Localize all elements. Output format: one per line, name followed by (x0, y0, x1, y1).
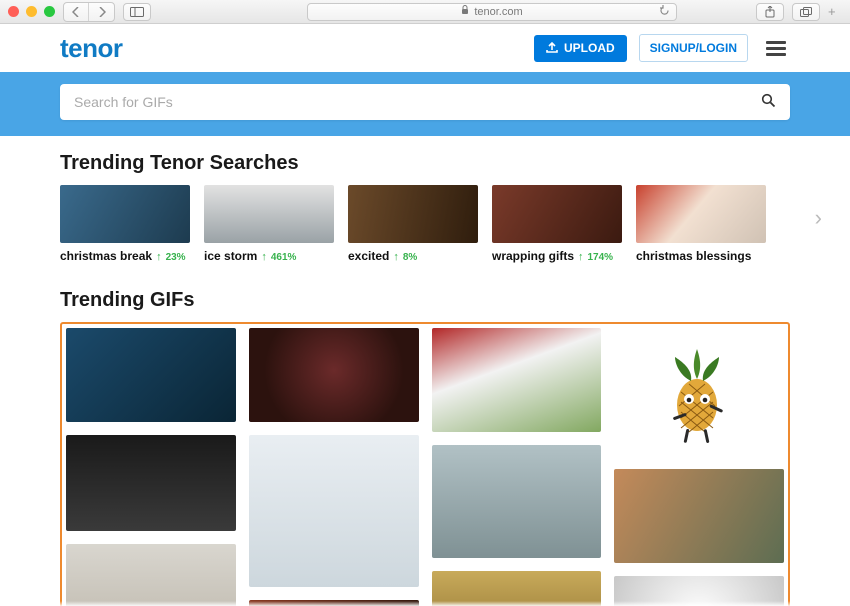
gif-tile[interactable] (249, 328, 419, 422)
trending-next-button[interactable]: › (815, 205, 822, 231)
trending-search-pct: 23% (166, 252, 186, 263)
address-bar[interactable]: tenor.com (307, 3, 677, 21)
upload-icon (546, 41, 558, 56)
trending-search-card[interactable]: christmas blessings (636, 185, 766, 263)
page: tenor UPLOAD SIGNUP/LOGIN Trending Tenor… (0, 24, 850, 606)
trending-searches-heading: Trending Tenor Searches (60, 152, 790, 175)
lock-icon (461, 5, 469, 18)
trend-up-icon: ↑ (393, 251, 399, 263)
trending-search-label: excited ↑ 8% (348, 249, 478, 263)
sidebar-button[interactable] (123, 3, 151, 21)
gif-column (249, 328, 419, 606)
search-icon[interactable] (761, 93, 776, 111)
close-window-button[interactable] (8, 6, 19, 17)
pineapple-gif (614, 328, 784, 456)
forward-button[interactable] (89, 3, 114, 21)
share-button[interactable] (756, 3, 784, 21)
trending-search-card[interactable]: ice storm ↑ 461% (204, 185, 334, 263)
trending-searches-row: christmas break ↑ 23% ice storm ↑ 461% excited… (60, 185, 790, 263)
new-tab-button[interactable]: + (828, 4, 842, 19)
window-controls (8, 6, 55, 17)
trending-search-name: wrapping gifts (492, 249, 574, 263)
trending-search-name: ice storm (204, 249, 257, 263)
minimize-window-button[interactable] (26, 6, 37, 17)
refresh-icon[interactable] (659, 5, 670, 19)
search-input[interactable] (74, 94, 761, 110)
gif-tile[interactable] (66, 544, 236, 606)
maximize-window-button[interactable] (44, 6, 55, 17)
tabs-button[interactable] (792, 3, 820, 21)
navbar: tenor UPLOAD SIGNUP/LOGIN (0, 24, 850, 72)
gif-tile[interactable] (614, 328, 784, 456)
gif-tile[interactable] (432, 571, 602, 606)
gif-tile[interactable] (432, 328, 602, 432)
gif-tile[interactable] (614, 469, 784, 563)
trend-up-icon: ↑ (261, 251, 267, 263)
signup-login-button[interactable]: SIGNUP/LOGIN (639, 34, 748, 62)
trending-search-thumb (204, 185, 334, 243)
trending-gifs-grid (60, 322, 790, 606)
search-banner (0, 72, 850, 136)
trending-search-thumb (60, 185, 190, 243)
trending-search-label: wrapping gifts ↑ 174% (492, 249, 622, 263)
trend-up-icon: ↑ (578, 251, 584, 263)
trending-search-thumb (348, 185, 478, 243)
search-bar (60, 84, 790, 120)
browser-chrome: tenor.com + (0, 0, 850, 24)
trending-search-pct: 174% (588, 252, 614, 263)
trending-search-card[interactable]: excited ↑ 8% (348, 185, 478, 263)
content: Trending Tenor Searches christmas break ↑… (0, 136, 850, 606)
trending-search-pct: 8% (403, 252, 417, 263)
nav-back-forward (63, 2, 115, 22)
gif-tile[interactable] (249, 600, 419, 606)
address-bar-host: tenor.com (474, 6, 522, 18)
gif-column (614, 328, 784, 606)
menu-button[interactable] (762, 37, 790, 60)
trending-search-name: christmas blessings (636, 249, 751, 263)
back-button[interactable] (64, 3, 89, 21)
trending-search-card[interactable]: christmas break ↑ 23% (60, 185, 190, 263)
gif-tile[interactable] (66, 328, 236, 422)
gif-tile[interactable] (432, 445, 602, 558)
trending-search-label: christmas blessings (636, 249, 766, 263)
tenor-logo[interactable]: tenor (60, 33, 123, 64)
trend-up-icon: ↑ (156, 251, 162, 263)
upload-button[interactable]: UPLOAD (534, 35, 627, 62)
trending-search-pct: 461% (271, 252, 297, 263)
trending-search-name: christmas break (60, 249, 152, 263)
trending-search-thumb (492, 185, 622, 243)
gif-tile[interactable] (614, 576, 784, 606)
trending-search-card[interactable]: wrapping gifts ↑ 174% (492, 185, 622, 263)
gif-tile[interactable] (249, 435, 419, 587)
trending-search-thumb (636, 185, 766, 243)
trending-search-label: christmas break ↑ 23% (60, 249, 190, 263)
page-header: tenor UPLOAD SIGNUP/LOGIN (0, 24, 850, 136)
gif-column (66, 328, 236, 606)
trending-gifs-heading: Trending GIFs (60, 289, 790, 312)
upload-label: UPLOAD (564, 41, 615, 55)
trending-search-label: ice storm ↑ 461% (204, 249, 334, 263)
trending-search-name: excited (348, 249, 389, 263)
gif-column (432, 328, 602, 606)
gif-tile[interactable] (66, 435, 236, 531)
